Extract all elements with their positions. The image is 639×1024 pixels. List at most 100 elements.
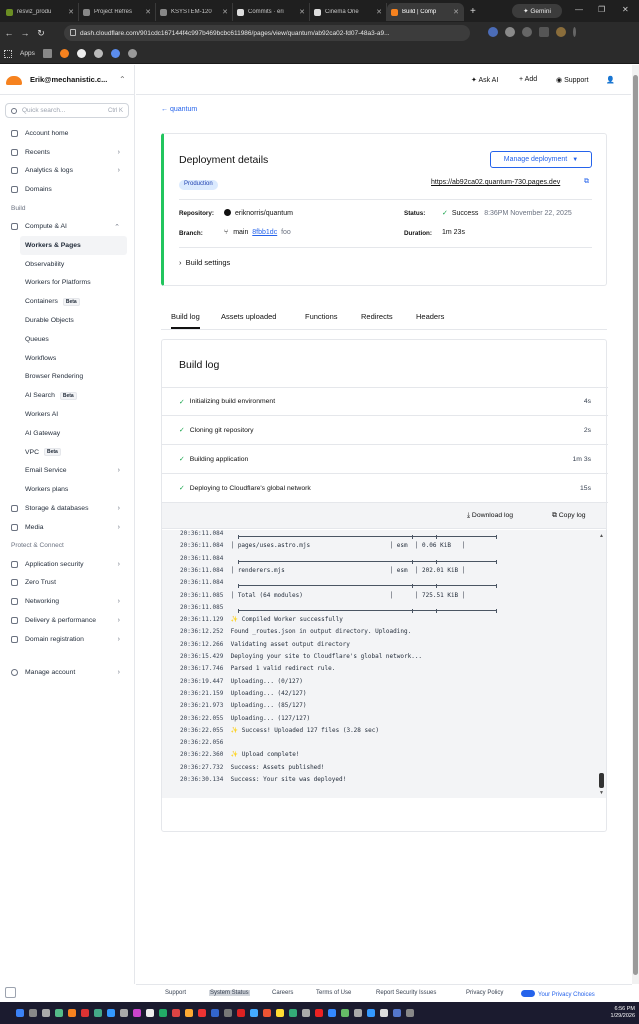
footer-link-terms-of-use[interactable]: Terms of Use — [316, 990, 351, 996]
close-window-icon[interactable]: ✕ — [622, 5, 629, 14]
collapse-sidebar-icon[interactable] — [5, 987, 16, 998]
sidebar-item-recents[interactable]: Recents › — [0, 143, 134, 162]
tab-functions[interactable]: Functions — [305, 312, 338, 321]
page-scrollbar[interactable] — [632, 65, 639, 984]
reload-icon[interactable]: ↻ — [34, 28, 48, 39]
gemini-bookmark-icon[interactable] — [110, 49, 120, 58]
gemini-button[interactable]: ✦ Gemini — [512, 4, 562, 18]
browser-tab[interactable]: Project Refres ✕ — [79, 3, 156, 21]
tab-build-log[interactable]: Build log — [171, 312, 200, 329]
sidebar-item-networking[interactable]: Networking › — [0, 592, 134, 611]
browser-tab[interactable]: Cinema One ✕ — [310, 3, 387, 21]
sidebar-item-workers-for-platforms[interactable]: Workers for Platforms — [0, 274, 134, 293]
build-step[interactable]: ✓ Building application 1m 3s — [162, 445, 608, 474]
build-step[interactable]: ✓ Deploying to Cloudflare's global networ… — [162, 474, 608, 503]
url-input[interactable]: dash.cloudflare.com/901cdc167144f4c997b4… — [64, 25, 470, 41]
sidebar-item-durable-objects[interactable]: Durable Objects — [0, 311, 134, 330]
build-step[interactable]: ✓ Cloning git repository 2s — [162, 416, 608, 445]
cloudflare-bookmark-icon[interactable] — [59, 49, 69, 58]
taskbar-app-icon[interactable] — [55, 1009, 63, 1017]
back-to-project-link[interactable]: ← quantum — [161, 106, 197, 113]
tab-close-icon[interactable]: ✕ — [453, 8, 459, 16]
taskbar-app-icon[interactable] — [133, 1009, 141, 1017]
taskbar-app-icon[interactable] — [393, 1009, 401, 1017]
footer-link-report-security-issues[interactable]: Report Security Issues — [376, 990, 436, 996]
taskbar-app-icon[interactable] — [367, 1009, 375, 1017]
sidebar-toggle-icon[interactable] — [539, 27, 549, 37]
site-info-icon[interactable] — [70, 29, 76, 36]
download-log-button[interactable]: ⤓ Download log — [467, 512, 513, 520]
tab-close-icon[interactable]: ✕ — [376, 8, 382, 16]
sidebar-item-delivery-performance[interactable]: Delivery & performance › — [0, 611, 134, 630]
sidebar-item-workers-ai[interactable]: Workers AI — [0, 405, 134, 424]
repository-value[interactable]: eriknorris/quantum — [224, 209, 293, 217]
sidebar-item-browser-rendering[interactable]: Browser Rendering — [0, 368, 134, 387]
scroll-down-icon[interactable]: ▼ — [599, 790, 604, 796]
taskbar-app-icon[interactable] — [302, 1009, 310, 1017]
tab-close-icon[interactable]: ✕ — [299, 8, 305, 16]
extension-icon[interactable] — [488, 27, 498, 37]
taskbar-app-icon[interactable] — [120, 1009, 128, 1017]
privacy-choices-link[interactable]: Your Privacy Choices — [521, 990, 595, 998]
taskbar-app-icon[interactable] — [263, 1009, 271, 1017]
user-icon[interactable]: 👤 — [606, 76, 615, 84]
sidebar-item-account-home[interactable]: Account home — [0, 124, 134, 143]
taskbar-app-icon[interactable] — [159, 1009, 167, 1017]
taskbar-app-icon[interactable] — [16, 1009, 24, 1017]
external-link-icon[interactable]: ⧉ — [584, 178, 589, 186]
bookmark-icon[interactable] — [127, 49, 137, 58]
log-output[interactable]: ▲ ▼ 20:36:11.084 20:36:11.084 │ pages/us… — [162, 530, 606, 798]
sidebar-item-media[interactable]: Media › — [0, 518, 134, 537]
bookmark-icon[interactable] — [93, 49, 103, 58]
sidebar-item-compute[interactable]: Compute & AI ⌃ — [0, 217, 134, 236]
taskbar-app-icon[interactable] — [42, 1009, 50, 1017]
taskbar-app-icon[interactable] — [107, 1009, 115, 1017]
taskbar-app-icon[interactable] — [237, 1009, 245, 1017]
tab-close-icon[interactable]: ✕ — [222, 8, 228, 16]
taskbar-app-icon[interactable] — [224, 1009, 232, 1017]
sidebar-item-containers[interactable]: Containers Beta — [0, 292, 134, 311]
chevron-updown-icon[interactable]: ⌃ — [119, 75, 126, 84]
taskbar-app-icon[interactable] — [380, 1009, 388, 1017]
log-scrollbar[interactable]: ▲ ▼ — [599, 533, 604, 796]
browser-tab[interactable]: resviz_produ ✕ — [2, 3, 79, 21]
sidebar-item-storage-databases[interactable]: Storage & databases › — [0, 499, 134, 518]
taskbar-app-icon[interactable] — [406, 1009, 414, 1017]
system-clock[interactable]: 6:56 PM 1/29/2026 — [611, 1006, 635, 1020]
sidebar-item-workers-pages[interactable]: Workers & Pages — [20, 235, 127, 255]
tab-headers[interactable]: Headers — [416, 312, 444, 321]
commit-link[interactable]: 8fbb1dc — [252, 229, 277, 236]
taskbar-app-icon[interactable] — [185, 1009, 193, 1017]
tab-assets-uploaded[interactable]: Assets uploaded — [221, 312, 276, 321]
footer-link-privacy-policy[interactable]: Privacy Policy — [466, 990, 503, 996]
sidebar-item-workers-plans[interactable]: Workers plans — [0, 480, 134, 499]
taskbar-app-icon[interactable] — [354, 1009, 362, 1017]
ask-ai-button[interactable]: ✦ Ask AI — [471, 76, 498, 84]
new-tab-button[interactable]: + — [470, 6, 476, 17]
extension-icon[interactable] — [505, 27, 515, 37]
sidebar-item-observability[interactable]: Observability — [0, 255, 134, 274]
taskbar-app-icon[interactable] — [341, 1009, 349, 1017]
taskbar-app-icon[interactable] — [94, 1009, 102, 1017]
taskbar-app-icon[interactable] — [276, 1009, 284, 1017]
browser-tab[interactable]: Build | Comp ✕ — [387, 3, 464, 21]
sidebar-item-queues[interactable]: Queues — [0, 330, 134, 349]
apps-bookmark[interactable]: Apps — [20, 50, 35, 57]
github-bookmark-icon[interactable] — [76, 49, 86, 58]
footer-link-system-status[interactable]: System Status — [209, 990, 250, 996]
scroll-up-icon[interactable]: ▲ — [599, 533, 604, 539]
sidebar-item-domains[interactable]: Domains — [0, 180, 134, 199]
forward-arrow-icon[interactable]: → — [18, 28, 32, 38]
apps-grid-icon[interactable] — [4, 49, 12, 58]
sidebar-item-email-service[interactable]: Email Service › — [0, 462, 134, 481]
build-step[interactable]: ✓ Initializing build environment 4s — [162, 387, 608, 416]
account-switcher[interactable]: Erik@mechanistic.c... ⌃ — [0, 65, 134, 95]
footer-link-support[interactable]: Support — [165, 990, 186, 996]
back-arrow-icon[interactable]: ← — [2, 28, 16, 38]
taskbar-app-icon[interactable] — [250, 1009, 258, 1017]
taskbar-app-icon[interactable] — [211, 1009, 219, 1017]
log-scrollbar-thumb[interactable] — [599, 773, 604, 788]
taskbar-app-icon[interactable] — [328, 1009, 336, 1017]
profile-avatar[interactable] — [556, 27, 566, 37]
sidebar-item-zero-trust[interactable]: Zero Trust — [0, 574, 134, 593]
